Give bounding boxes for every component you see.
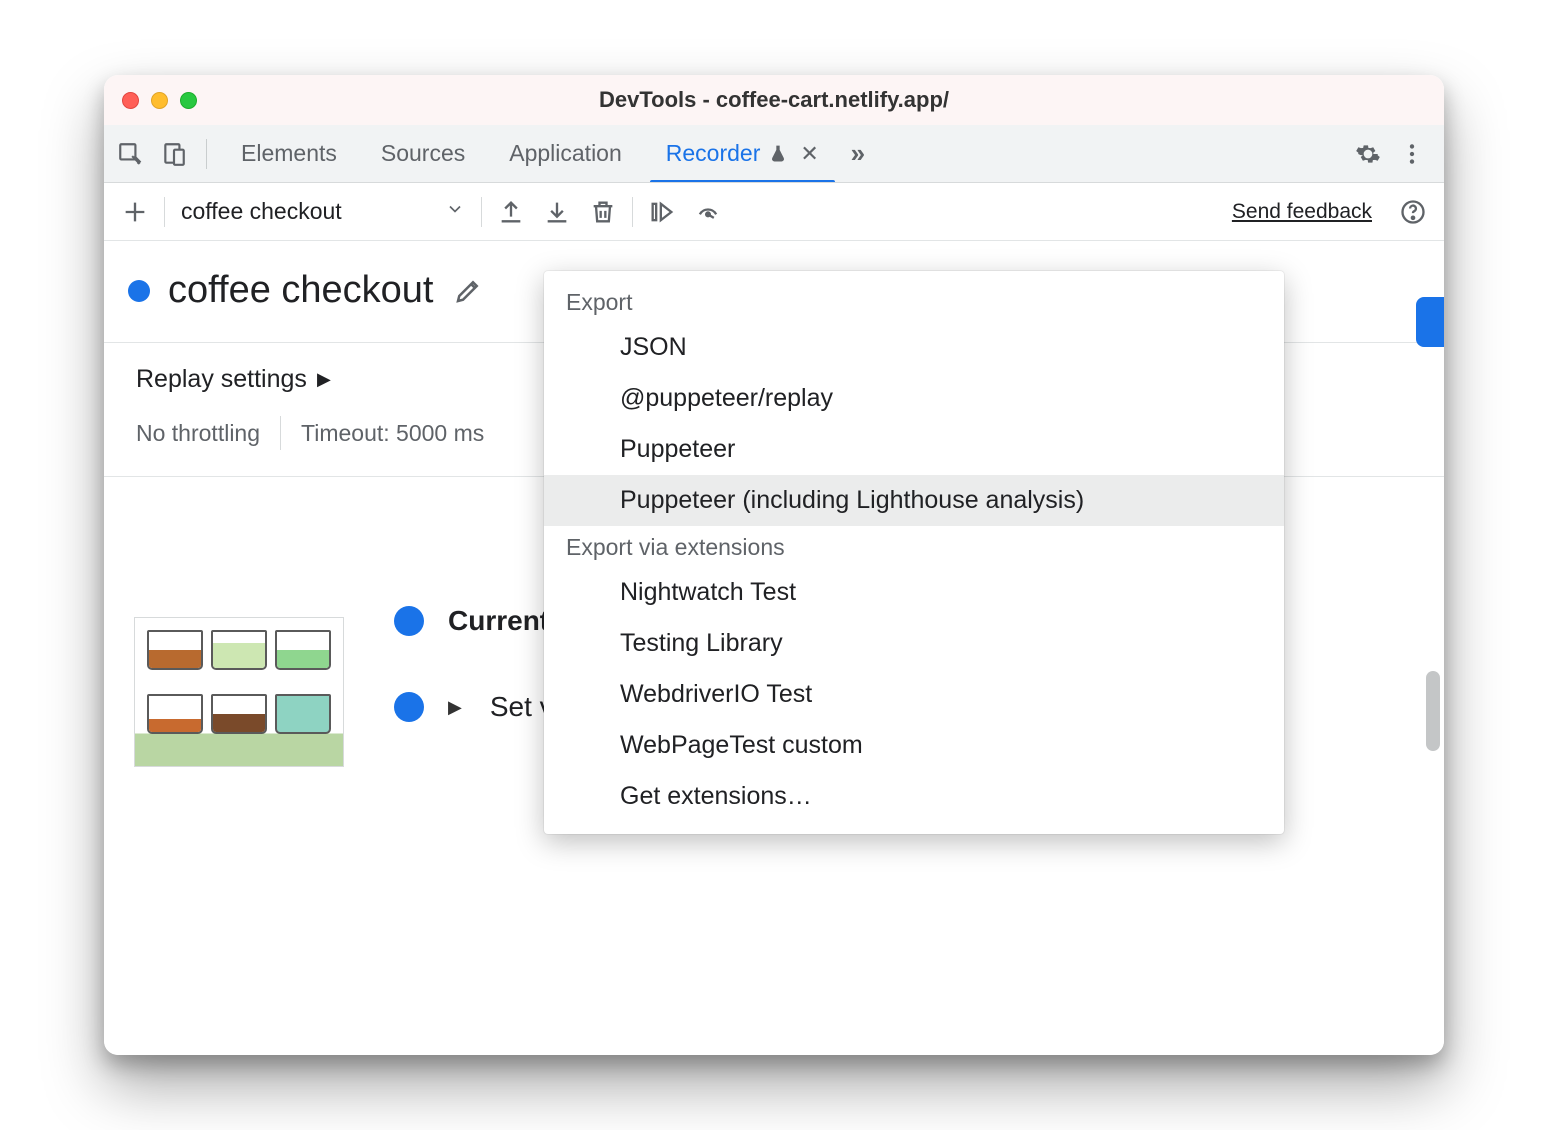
- divider: [164, 197, 165, 227]
- tabs: Elements Sources Application Recorder ✕ …: [219, 125, 1342, 182]
- export-item-nightwatch[interactable]: Nightwatch Test: [544, 567, 1284, 618]
- export-button[interactable]: [490, 191, 532, 233]
- import-button[interactable]: [536, 191, 578, 233]
- window-title: DevTools - coffee-cart.netlify.app/: [104, 87, 1444, 113]
- recorder-content: coffee checkout Replay settings ▶ No thr…: [104, 241, 1444, 1055]
- export-group-label: Export: [544, 281, 1284, 322]
- scrollbar-thumb[interactable]: [1426, 671, 1440, 751]
- close-window-button[interactable]: [122, 92, 139, 109]
- replay-button-edge[interactable]: [1416, 297, 1444, 347]
- help-icon[interactable]: [1392, 191, 1434, 233]
- tab-application[interactable]: Application: [487, 125, 644, 182]
- tab-label: Application: [509, 140, 622, 167]
- page-thumbnail: [134, 617, 344, 767]
- tab-recorder[interactable]: Recorder ✕: [644, 125, 841, 182]
- caret-right-icon: ▶: [317, 369, 331, 390]
- chevron-down-icon: [445, 198, 465, 225]
- divider: [481, 197, 482, 227]
- recording-select-value: coffee checkout: [181, 198, 342, 225]
- devtools-window: DevTools - coffee-cart.netlify.app/ Elem…: [104, 75, 1444, 1055]
- caret-right-icon: ▶: [448, 697, 462, 718]
- tab-label: Sources: [381, 140, 465, 167]
- tab-label: Recorder: [666, 140, 761, 167]
- zoom-window-button[interactable]: [180, 92, 197, 109]
- edit-title-button[interactable]: [451, 274, 485, 308]
- divider: [280, 416, 281, 450]
- recording-title: coffee checkout: [168, 269, 433, 312]
- recording-status-dot: [128, 280, 150, 302]
- export-item-webpagetest[interactable]: WebPageTest custom: [544, 720, 1284, 771]
- tab-elements[interactable]: Elements: [219, 125, 359, 182]
- inspect-element-icon[interactable]: [110, 134, 150, 174]
- export-item-webdriverio[interactable]: WebdriverIO Test: [544, 669, 1284, 720]
- send-feedback-link[interactable]: Send feedback: [1232, 200, 1372, 224]
- replay-settings-label: Replay settings: [136, 365, 307, 394]
- export-item-puppeteer[interactable]: Puppeteer: [544, 424, 1284, 475]
- tab-sources[interactable]: Sources: [359, 125, 487, 182]
- divider: [206, 139, 207, 169]
- tabs-overflow-button[interactable]: »: [841, 125, 875, 182]
- step-button[interactable]: [641, 191, 683, 233]
- device-toggle-icon[interactable]: [154, 134, 194, 174]
- recorder-toolbar: coffee checkout Send feedback: [104, 183, 1444, 241]
- window-controls: [122, 92, 197, 109]
- step-bullet: [394, 692, 424, 722]
- export-item-puppeteer-lighthouse[interactable]: Puppeteer (including Lighthouse analysis…: [544, 475, 1284, 526]
- tab-label: Elements: [241, 140, 337, 167]
- export-menu: Export JSON @puppeteer/replay Puppeteer …: [544, 271, 1284, 834]
- minimize-window-button[interactable]: [151, 92, 168, 109]
- step-bullet: [394, 606, 424, 636]
- new-recording-button[interactable]: [114, 191, 156, 233]
- chevron-double-right-icon: »: [851, 138, 865, 169]
- export-item-json[interactable]: JSON: [544, 322, 1284, 373]
- export-item-testing-library[interactable]: Testing Library: [544, 618, 1284, 669]
- settings-gear-icon[interactable]: [1348, 134, 1388, 174]
- throttling-value: No throttling: [136, 420, 260, 447]
- recording-select[interactable]: coffee checkout: [173, 191, 473, 233]
- replay-speed-button[interactable]: [687, 191, 729, 233]
- export-extensions-group-label: Export via extensions: [544, 526, 1284, 567]
- divider: [632, 197, 633, 227]
- timeout-value: Timeout: 5000 ms: [301, 420, 484, 447]
- close-icon[interactable]: ✕: [800, 141, 818, 167]
- titlebar: DevTools - coffee-cart.netlify.app/: [104, 75, 1444, 125]
- export-item-get-extensions[interactable]: Get extensions…: [544, 771, 1284, 822]
- kebab-menu-icon[interactable]: [1392, 134, 1432, 174]
- tab-strip: Elements Sources Application Recorder ✕ …: [104, 125, 1444, 183]
- delete-button[interactable]: [582, 191, 624, 233]
- export-item-puppeteer-replay[interactable]: @puppeteer/replay: [544, 373, 1284, 424]
- flask-icon: [768, 144, 788, 164]
